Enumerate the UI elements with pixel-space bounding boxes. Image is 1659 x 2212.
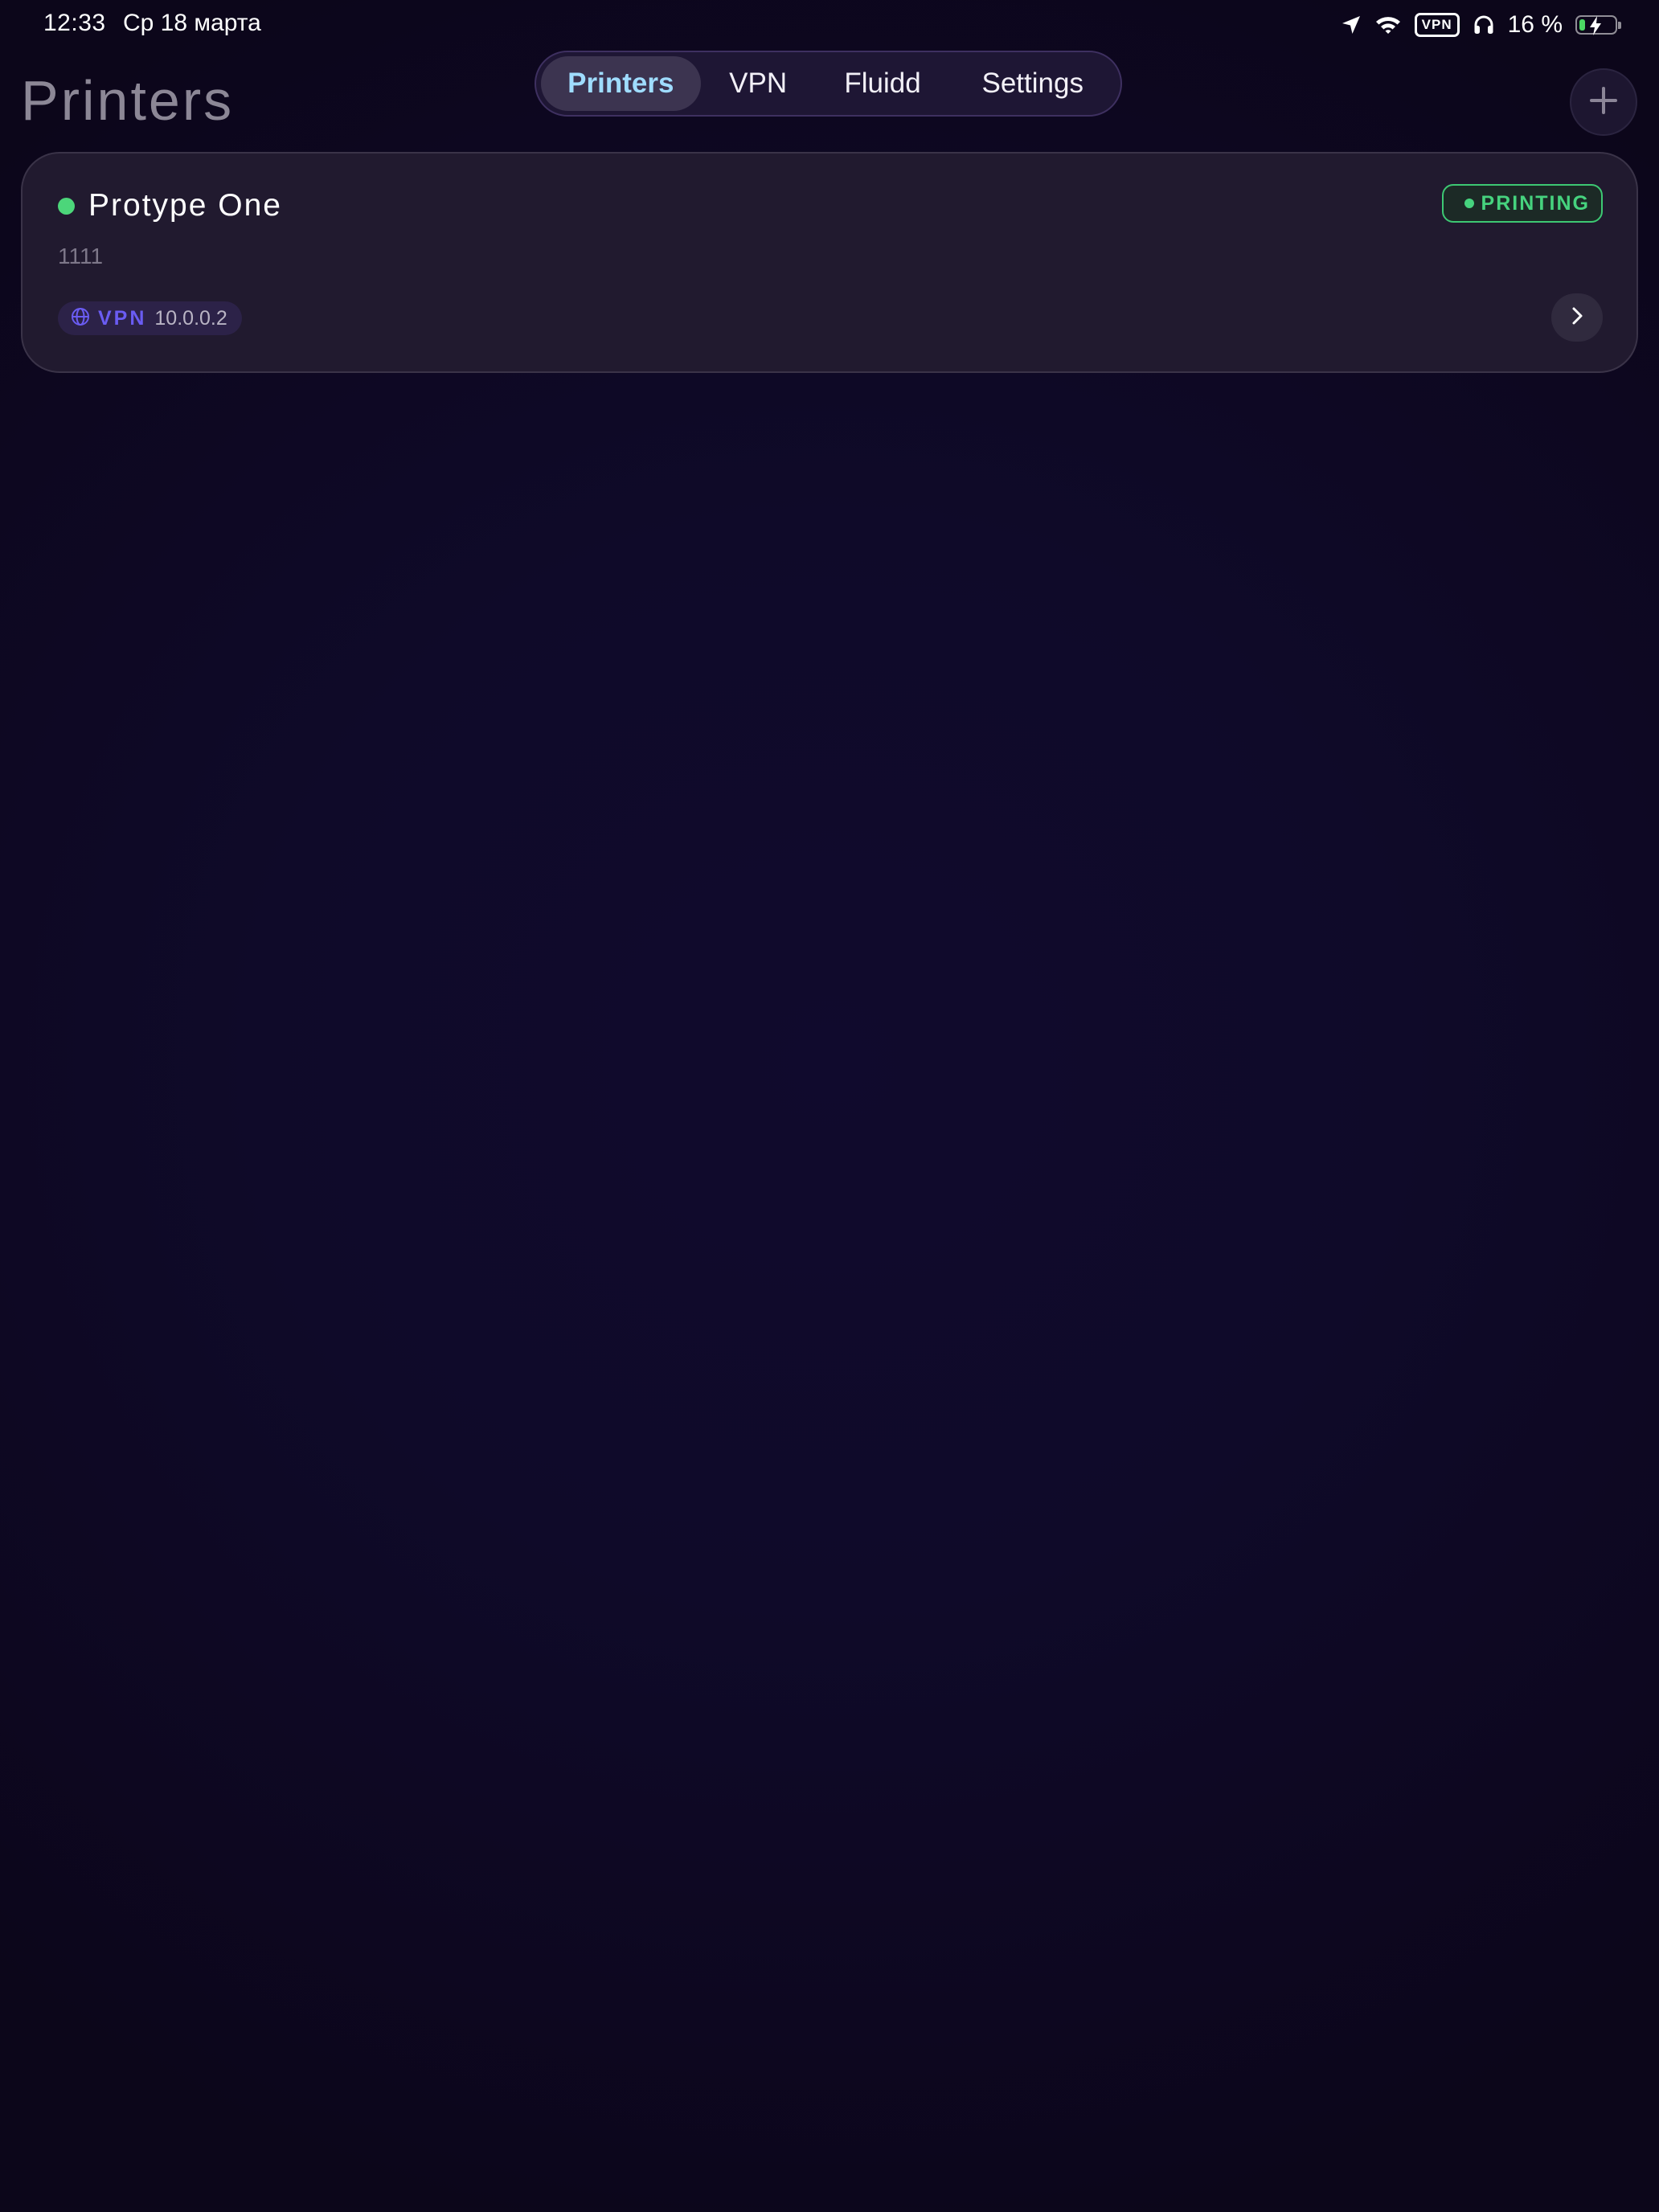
printer-card[interactable]: Protype One 1111 PRINTING VPN 10.0.0.2 <box>21 152 1638 373</box>
add-printer-button[interactable] <box>1570 68 1637 136</box>
vpn-status-indicator: VPN <box>1414 13 1460 37</box>
page-title: Printers <box>21 69 235 132</box>
location-arrow-icon <box>1341 14 1362 35</box>
chevron-right-icon <box>1568 305 1586 330</box>
status-icons: VPN 16 % <box>1341 8 1621 42</box>
tab-settings[interactable]: Settings <box>949 56 1116 111</box>
plus-icon <box>1589 86 1618 119</box>
status-bar: 12:33 Ср 18 марта VPN 16 % <box>0 0 1659 50</box>
network-chip-ip: 10.0.0.2 <box>154 306 227 330</box>
tab-printers[interactable]: Printers <box>541 56 701 111</box>
open-printer-button[interactable] <box>1551 293 1603 342</box>
printer-status-badge: PRINTING <box>1441 184 1603 223</box>
status-badge-dot <box>1464 199 1474 208</box>
battery-icon <box>1575 15 1621 36</box>
globe-icon <box>71 307 90 330</box>
tab-bar: Printers VPN Fluidd Settings <box>535 51 1122 117</box>
printer-name: Protype One <box>88 188 282 223</box>
online-status-dot <box>58 198 75 215</box>
status-badge-label: PRINTING <box>1481 191 1590 215</box>
tab-vpn[interactable]: VPN <box>701 56 816 111</box>
tab-fluidd[interactable]: Fluidd <box>816 56 950 111</box>
battery-level-fill <box>1579 19 1585 31</box>
network-chip: VPN 10.0.0.2 <box>58 301 242 335</box>
charging-bolt-icon <box>1588 15 1603 36</box>
wifi-icon <box>1374 14 1402 35</box>
network-chip-label: VPN <box>98 306 147 330</box>
battery-percent: 16 % <box>1507 11 1563 38</box>
status-time: 12:33 <box>43 10 106 36</box>
printer-subtitle: 1111 <box>58 244 104 268</box>
status-date: Ср 18 марта <box>123 10 261 36</box>
headphones-icon <box>1473 14 1495 36</box>
